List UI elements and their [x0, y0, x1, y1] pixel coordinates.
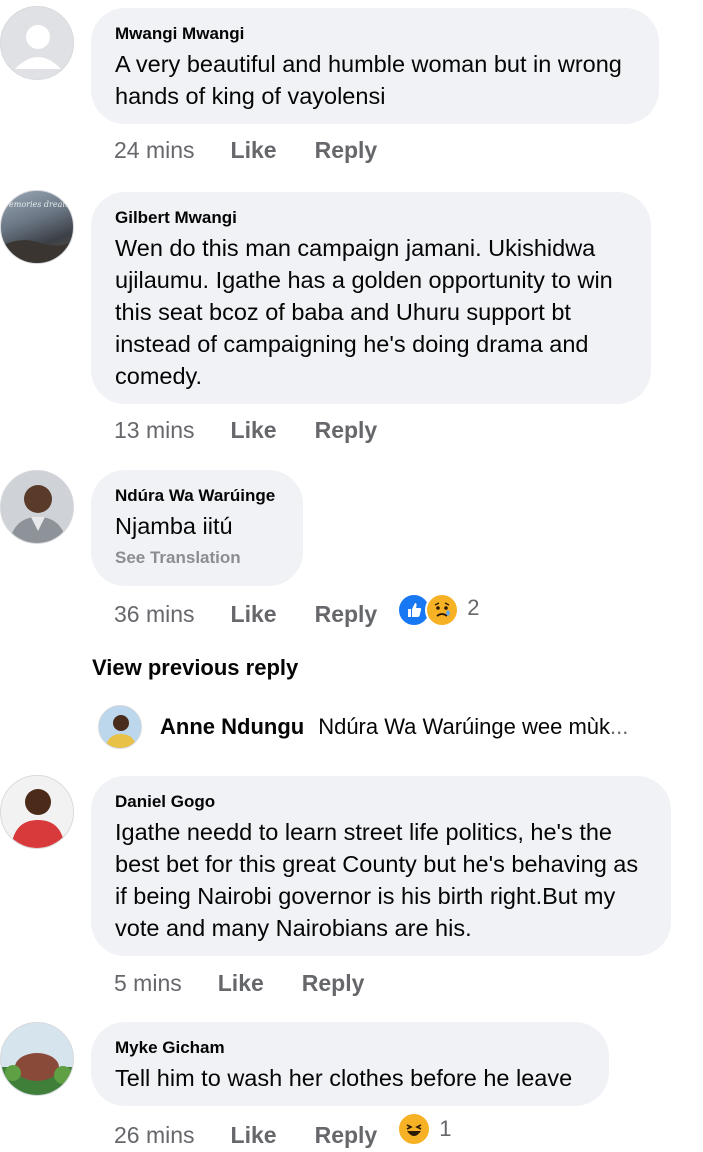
comment-actions: 26 mins Like Reply 1	[114, 1112, 452, 1152]
see-translation-link[interactable]: See Translation	[115, 548, 279, 568]
comment-bubble: Mwangi Mwangi A very beautiful and humbl…	[91, 8, 659, 124]
avatar-gilbert-mwangi[interactable]: emories dreams take us forward	[0, 190, 74, 264]
comment-bubble: Gilbert Mwangi Wen do this man campaign …	[91, 192, 651, 404]
comment-bubble: Daniel Gogo Igathe needd to learn street…	[91, 776, 671, 956]
comment-time[interactable]: 36 mins	[114, 601, 195, 628]
reply-button[interactable]: Reply	[315, 1122, 378, 1149]
comment-text: Tell him to wash her clothes before he l…	[115, 1065, 573, 1091]
like-button[interactable]: Like	[231, 601, 277, 628]
comment-bubble: Ndúra Wa Warúinge Njamba iitú See Transl…	[91, 470, 303, 586]
comment-bubble: Myke Gicham Tell him to wash her clothes…	[91, 1022, 609, 1106]
reply-author[interactable]: Anne Ndungu	[160, 714, 304, 740]
reply-ellipsis: ...	[610, 714, 629, 739]
comment-text: Njamba iitú	[115, 513, 233, 539]
comment-time[interactable]: 5 mins	[114, 970, 182, 997]
view-previous-reply-link[interactable]: View previous reply	[92, 655, 298, 681]
comment-actions: 36 mins Like Reply 2	[114, 593, 480, 631]
avatar-overlay-text: emories dreams take us forward	[9, 200, 74, 209]
reaction-count: 1	[439, 1116, 452, 1141]
avatar-anne-ndungu[interactable]	[98, 705, 142, 749]
avatar-ndura-wa-waruinge[interactable]	[0, 470, 74, 544]
default-profile-icon	[1, 7, 73, 79]
comment-author[interactable]: Mwangi Mwangi	[115, 24, 635, 44]
comment-time[interactable]: 26 mins	[114, 1122, 195, 1149]
comment-author[interactable]: Daniel Gogo	[115, 792, 647, 812]
comment-author[interactable]: Gilbert Mwangi	[115, 208, 627, 228]
comment-author[interactable]: Ndúra Wa Warúinge	[115, 486, 279, 506]
comment-author[interactable]: Myke Gicham	[115, 1038, 585, 1058]
avatar-mwangi-mwangi[interactable]	[0, 6, 74, 80]
comment-actions: 13 mins Like Reply	[114, 417, 415, 444]
avatar-daniel-gogo[interactable]	[0, 775, 74, 849]
profile-photo	[1, 1023, 73, 1095]
haha-icon	[397, 1112, 432, 1146]
profile-photo: emories dreams take us forward	[1, 200, 74, 263]
care-sad-icon	[425, 593, 460, 627]
reaction-count: 2	[467, 595, 480, 620]
comment-text: Wen do this man campaign jamani. Ukishid…	[115, 235, 613, 389]
comment-time[interactable]: 13 mins	[114, 417, 195, 444]
like-button[interactable]: Like	[231, 1122, 277, 1149]
reply-button[interactable]: Reply	[315, 417, 378, 444]
reply-text: Ndúra Wa Warúinge wee mùk	[318, 714, 611, 739]
reply-button[interactable]: Reply	[302, 970, 365, 997]
like-button[interactable]: Like	[218, 970, 264, 997]
profile-photo	[1, 471, 73, 543]
reply-button[interactable]: Reply	[315, 601, 378, 628]
profile-photo	[1, 776, 73, 848]
collapsed-reply[interactable]: Anne Ndungu Ndúra Wa Warúinge wee mùk ..…	[98, 705, 678, 749]
comment-text: A very beautiful and humble woman but in…	[115, 51, 622, 109]
like-button[interactable]: Like	[231, 137, 277, 164]
comment-actions: 24 mins Like Reply	[114, 137, 415, 164]
comment-time[interactable]: 24 mins	[114, 137, 195, 164]
reply-button[interactable]: Reply	[315, 137, 378, 164]
comment-text: Igathe needd to learn street life politi…	[115, 819, 639, 941]
profile-photo	[99, 706, 141, 748]
comment-actions: 5 mins Like Reply	[114, 970, 402, 997]
avatar-myke-gicham[interactable]	[0, 1022, 74, 1096]
like-button[interactable]: Like	[231, 417, 277, 444]
reaction-summary[interactable]: 1	[397, 1112, 452, 1152]
reaction-summary[interactable]: 2	[397, 593, 480, 631]
